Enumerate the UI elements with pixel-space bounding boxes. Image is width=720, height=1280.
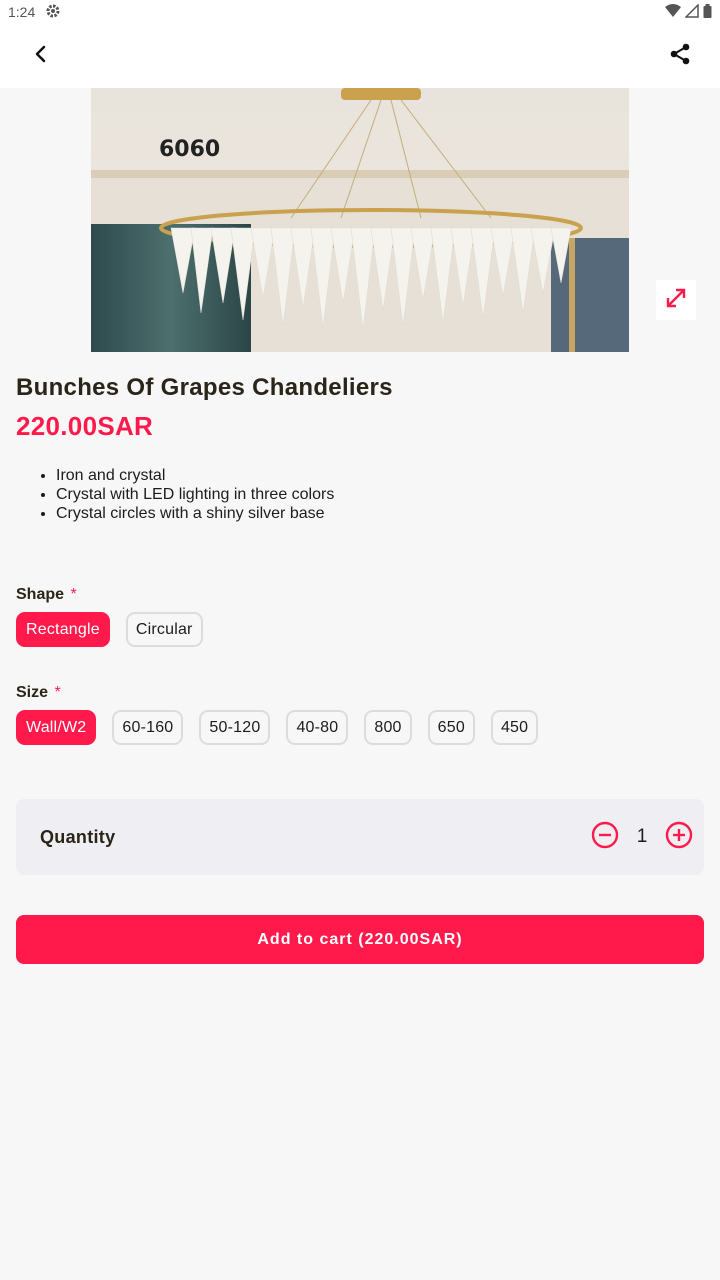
size-option-60-160[interactable]: 60-160 [112,710,184,745]
product-title: Bunches Of Grapes Chandeliers [16,374,393,401]
size-option-wall-w2[interactable]: Wall/W2 [16,710,97,745]
increase-quantity-button[interactable] [664,821,694,854]
quantity-value: 1 [636,826,648,847]
shape-option-rectangle[interactable]: Rectangle [16,612,110,647]
status-bar: 1:24 [0,0,720,24]
add-to-cart-button[interactable]: Add to cart (220.00SAR) [16,915,704,964]
image-label: 6060 [159,137,220,162]
quantity-label: Quantity [40,826,116,847]
decrease-quantity-button[interactable] [590,821,620,854]
expand-icon [665,287,687,314]
minus-circle-icon [591,821,619,854]
quantity-stepper: Quantity 1 [16,799,704,875]
signal-icon [684,2,699,21]
battery-icon [703,3,712,21]
share-button[interactable] [660,36,700,76]
size-option-450[interactable]: 450 [490,710,539,745]
feature-item: Crystal with LED lighting in three color… [56,485,334,504]
status-time: 1:24 [8,4,36,20]
plus-circle-icon [665,821,693,854]
size-option-650[interactable]: 650 [427,710,475,745]
shape-option-circular[interactable]: Circular [125,612,203,647]
quantity-controls: 1 [590,821,694,854]
status-icons [665,2,712,21]
shape-label-text: Shape [16,586,65,603]
size-label-text: Size [16,684,49,701]
product-image[interactable]: 6060 [91,88,629,352]
size-label: Size * [16,684,61,702]
feature-list: Iron and crystal Crystal with LED lighti… [56,466,334,523]
settings-gear-icon [45,3,61,22]
wifi-icon [665,3,681,21]
size-option-40-80[interactable]: 40-80 [286,710,349,745]
shape-label: Shape * [16,586,77,604]
back-button[interactable] [20,36,60,76]
share-icon [669,43,691,70]
size-options: Wall/W2 60-160 50-120 40-80 800 650 450 [16,710,539,745]
app-bar [0,24,720,88]
feature-item: Crystal circles with a shiny silver base [56,504,334,523]
required-mark: * [70,586,77,603]
product-price: 220.00SAR [16,411,154,441]
expand-image-button[interactable] [656,280,696,320]
shape-options: Rectangle Circular [16,612,203,647]
size-option-800[interactable]: 800 [364,710,412,745]
size-option-50-120[interactable]: 50-120 [199,710,271,745]
feature-item: Iron and crystal [56,466,334,485]
back-arrow-icon [33,45,47,68]
required-mark: * [54,684,61,701]
